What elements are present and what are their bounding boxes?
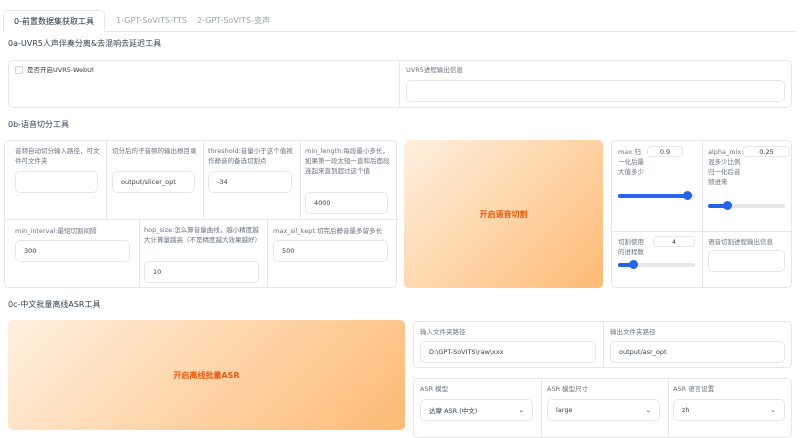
start-asr-button[interactable]: 开启离线批量ASR — [8, 320, 405, 430]
asr-language-value: zh — [682, 406, 690, 414]
tab-dataset-tools[interactable]: 0-前置数据集获取工具 — [3, 10, 105, 32]
chevron-down-icon: ⌄ — [518, 406, 524, 414]
max-slider[interactable] — [618, 191, 695, 200]
slicer-section-title: 0b-语音切分工具 — [8, 120, 70, 129]
slicer-info-field[interactable] — [708, 250, 785, 272]
max-sil-kept-label: max_sil_kept:切完后静音最多留多长 — [273, 227, 383, 235]
uvr-checkbox-label: 是否开启UVR5-WebUI — [27, 66, 94, 74]
asr-model-label: ASR 模型 — [420, 385, 449, 393]
uvr-output-field[interactable] — [406, 80, 785, 102]
alpha-mix-slider[interactable] — [708, 201, 785, 210]
asr-model-value: 达摩 ASR (中文) — [429, 407, 478, 415]
process-count-number-input[interactable]: 4 — [653, 236, 695, 247]
asr-output-field[interactable]: output/asr_opt — [610, 341, 785, 363]
min-interval-label: min_interval:最短切割间隔 — [15, 227, 97, 235]
hop-size-label: hop_size:怎么算音量曲线，越小精度越大计算量越高（不是精度越大效果越好） — [144, 226, 261, 244]
asr-input-label: 输入文件夹路径 — [420, 328, 466, 336]
slicer-input-label: 音频自动切分输入路径，可文件可文件夹 — [15, 147, 100, 165]
min-interval-field[interactable]: 300 — [15, 240, 130, 262]
asr-output-label: 输出文件夹路径 — [610, 328, 656, 336]
threshold-field[interactable]: -34 — [208, 171, 292, 193]
slider-fill — [618, 194, 688, 198]
asr-size-value: large — [556, 406, 573, 414]
process-count-label: 切割使用的进程数 — [618, 238, 644, 256]
asr-size-label: ASR 模型尺寸 — [547, 385, 589, 393]
hop-size-field[interactable]: 10 — [144, 261, 259, 283]
uvr-output-label: UVR5进程输出信息 — [406, 66, 463, 74]
min-length-field[interactable]: 4000 — [305, 192, 388, 214]
slicer-output-field[interactable]: output/slicer_opt — [112, 171, 195, 193]
slicer-input-field[interactable] — [15, 171, 98, 193]
asr-language-select[interactable]: zh ⌄ — [673, 399, 785, 421]
slicer-output-label: 切分后的子音频的输出根目录 — [112, 147, 197, 155]
process-count-slider[interactable] — [618, 260, 695, 269]
asr-input-field[interactable]: D:\GPT-SoVITS\raw\xxx — [420, 341, 596, 363]
asr-language-label: ASR 语言设置 — [673, 385, 715, 393]
asr-model-select[interactable]: 达摩 ASR (中文) ⌄ — [420, 399, 533, 421]
slicer-info-label: 语音切割进程输出信息 — [708, 238, 773, 246]
chevron-down-icon: ⌄ — [770, 406, 776, 414]
tab-voice-change[interactable]: 2-GPT-SoVITS-变声 — [187, 10, 280, 32]
max-label: max:归一化后最大值多少 — [618, 148, 644, 176]
alpha-mix-number-input[interactable]: 0.25 — [743, 146, 790, 157]
start-slicing-button[interactable]: 开启语音切割 — [404, 140, 603, 288]
tab-tts[interactable]: 1-GPT-SoVITS-TTS — [106, 10, 197, 32]
asr-size-select[interactable]: large ⌄ — [547, 399, 660, 421]
max-number-input[interactable]: 0.9 — [647, 146, 683, 157]
max-sil-kept-field[interactable]: 500 — [273, 240, 388, 262]
threshold-label: threshold:音量小于这个值视作静音的备选切割点 — [208, 147, 293, 165]
uvr-checkbox[interactable] — [15, 66, 23, 74]
min-length-label: min_length:每段最小多长，如果第一段太短一直和后面段连起来直到超过这个… — [305, 147, 390, 175]
asr-section-title: 0c-中文批量离线ASR工具 — [8, 300, 101, 309]
chevron-down-icon: ⌄ — [645, 406, 651, 414]
alpha-mix-label: alpha_mix:混多少比例归一化后音频进来 — [708, 148, 744, 186]
uvr-section-title: 0a-UVR5人声伴奏分离&去混响去延迟工具 — [8, 39, 162, 48]
